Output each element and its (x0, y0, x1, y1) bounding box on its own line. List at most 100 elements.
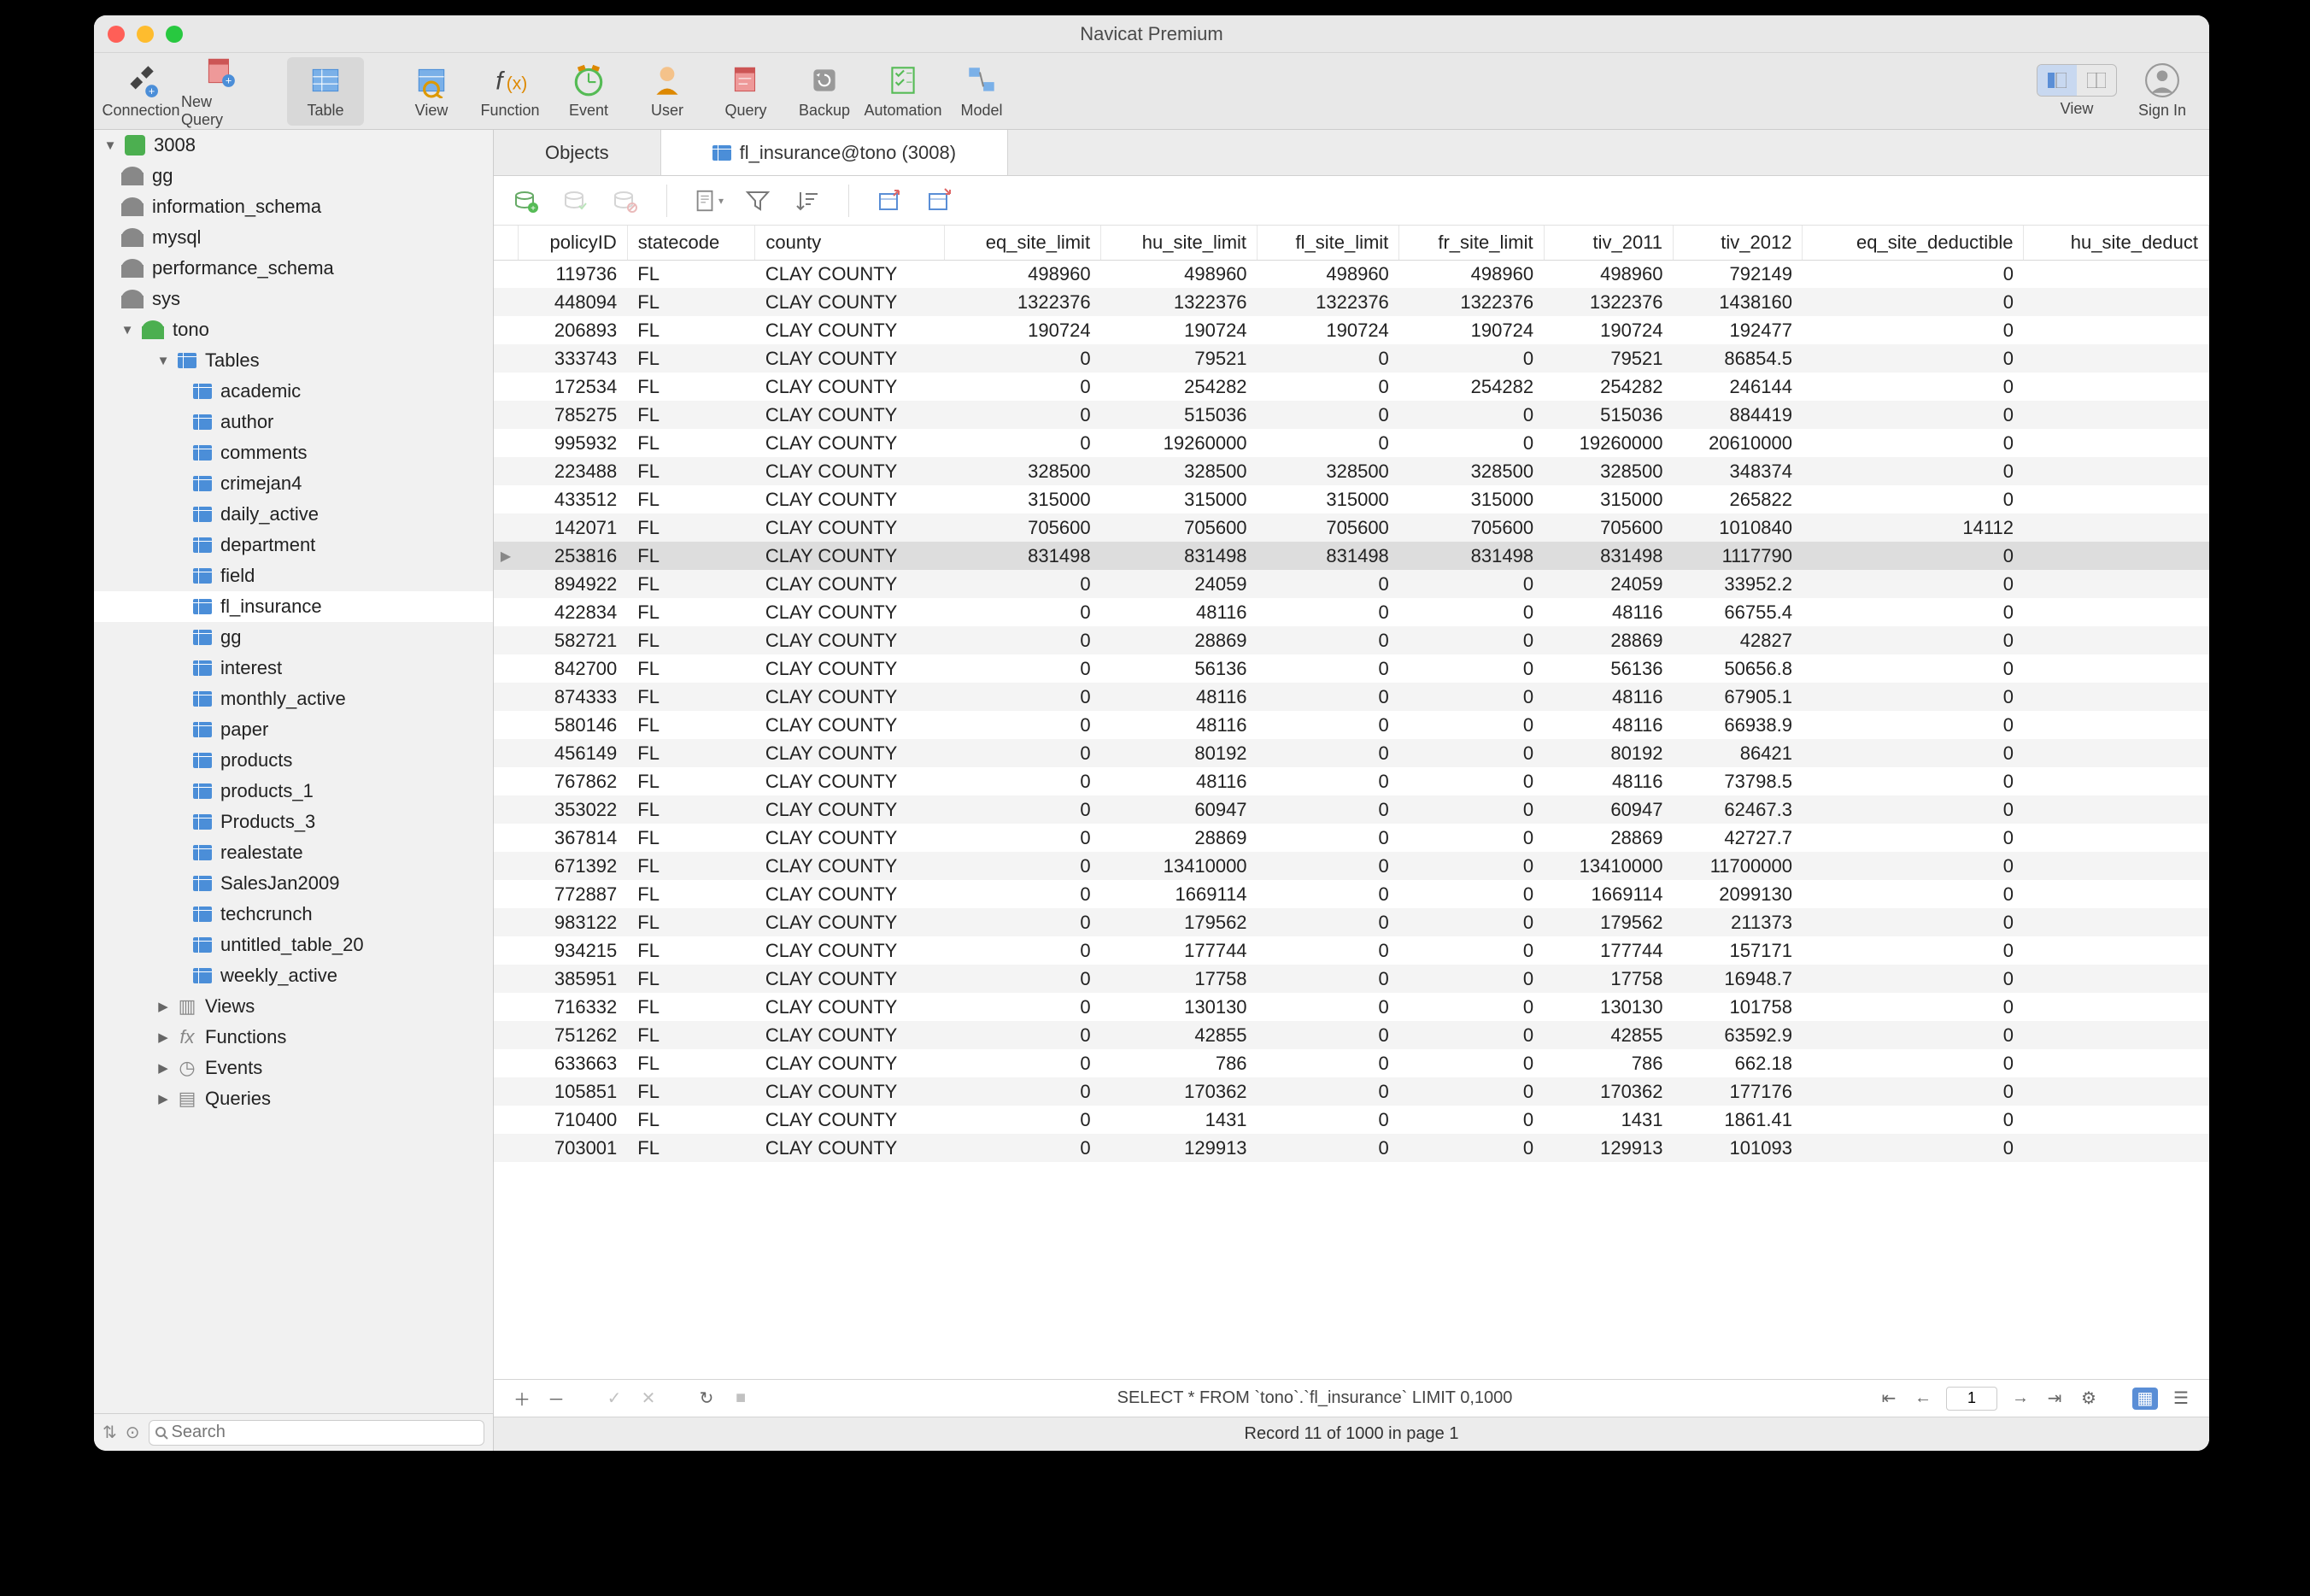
first-page-button[interactable]: ⇤ (1878, 1388, 1900, 1409)
cell[interactable]: CLAY COUNTY (755, 993, 945, 1021)
cell[interactable]: 0 (1258, 1049, 1399, 1077)
cell[interactable]: 1431 (1544, 1106, 1673, 1134)
table-row[interactable]: ▶253816FLCLAY COUNTY83149883149883149883… (494, 542, 2209, 570)
cell[interactable]: 190724 (945, 316, 1101, 344)
cell[interactable]: 0 (1803, 965, 2024, 993)
cell[interactable]: 0 (1803, 852, 2024, 880)
cell[interactable]: 0 (1258, 880, 1399, 908)
cell[interactable]: 0 (945, 852, 1101, 880)
filter-icon[interactable] (742, 185, 773, 216)
cell[interactable]: 0 (1803, 1049, 2024, 1077)
cell[interactable]: 716332 (518, 993, 627, 1021)
cell[interactable]: 0 (1803, 429, 2024, 457)
cell[interactable]: 157171 (1674, 936, 1803, 965)
cell[interactable]: FL (627, 852, 755, 880)
cell[interactable]: 0 (1803, 260, 2024, 288)
cell[interactable]: 0 (1399, 1134, 1544, 1162)
cell[interactable]: 0 (1399, 429, 1544, 457)
cell[interactable]: 0 (1399, 767, 1544, 795)
table-row[interactable]: 223488FLCLAY COUNTY328500328500328500328… (494, 457, 2209, 485)
cell[interactable]: CLAY COUNTY (755, 1021, 945, 1049)
cell[interactable]: 177744 (1101, 936, 1258, 965)
cell[interactable]: 456149 (518, 739, 627, 767)
cell[interactable]: FL (627, 1077, 755, 1106)
table-node[interactable]: daily_active (94, 499, 493, 530)
cell[interactable]: 831498 (1399, 542, 1544, 570)
cell[interactable]: 894922 (518, 570, 627, 598)
maximize-icon[interactable] (166, 26, 183, 43)
cell[interactable]: 348374 (1674, 457, 1803, 485)
cell[interactable]: 0 (1258, 711, 1399, 739)
cell[interactable]: 0 (945, 570, 1101, 598)
table-node[interactable]: untitled_table_20 (94, 930, 493, 960)
cell[interactable]: FL (627, 429, 755, 457)
table-node[interactable]: fl_insurance (94, 591, 493, 622)
cell[interactable]: 0 (1399, 654, 1544, 683)
cell[interactable]: 0 (1258, 795, 1399, 824)
cell[interactable]: 0 (1258, 344, 1399, 373)
event-button[interactable]: Event (550, 57, 627, 126)
database-node[interactable]: performance_schema (94, 253, 493, 284)
view-mode-detail-icon[interactable] (2077, 65, 2116, 96)
cell[interactable]: 170362 (1544, 1077, 1673, 1106)
cell[interactable]: 190724 (1258, 316, 1399, 344)
cell[interactable]: 0 (1258, 965, 1399, 993)
cell[interactable]: 433512 (518, 485, 627, 513)
folder-node[interactable]: ▶▤Queries (94, 1083, 493, 1114)
cell[interactable]: FL (627, 1021, 755, 1049)
cell[interactable]: 328500 (945, 457, 1101, 485)
cell[interactable]: 33952.2 (1674, 570, 1803, 598)
cell[interactable]: 0 (945, 1106, 1101, 1134)
cell[interactable]: 328500 (1258, 457, 1399, 485)
cell[interactable]: 0 (945, 683, 1101, 711)
cell[interactable]: 0 (945, 795, 1101, 824)
cell[interactable]: 17758 (1544, 965, 1673, 993)
cell[interactable]: 0 (1258, 570, 1399, 598)
cell[interactable]: FL (627, 795, 755, 824)
cell[interactable]: 0 (1258, 767, 1399, 795)
cell[interactable]: 1669114 (1544, 880, 1673, 908)
cell[interactable] (2024, 824, 2209, 852)
cell[interactable]: 42727.7 (1674, 824, 1803, 852)
cell[interactable] (2024, 711, 2209, 739)
data-grid[interactable]: policyIDstatecodecountyeq_site_limithu_s… (494, 226, 2209, 1379)
cell[interactable]: FL (627, 767, 755, 795)
cell[interactable]: 328500 (1399, 457, 1544, 485)
table-row[interactable]: 671392FLCLAY COUNTY013410000001341000011… (494, 852, 2209, 880)
cell[interactable]: CLAY COUNTY (755, 880, 945, 908)
cell[interactable]: 0 (1803, 1134, 2024, 1162)
cell[interactable]: 498960 (1258, 260, 1399, 288)
cell[interactable]: 0 (1258, 739, 1399, 767)
cell[interactable]: 0 (1803, 1077, 2024, 1106)
cell[interactable]: FL (627, 570, 755, 598)
cell[interactable]: FL (627, 683, 755, 711)
cell[interactable]: 101758 (1674, 993, 1803, 1021)
cell[interactable]: 0 (1258, 852, 1399, 880)
add-record-button[interactable]: ＋ (511, 1386, 533, 1411)
cell[interactable]: 0 (1258, 1134, 1399, 1162)
cell[interactable]: CLAY COUNTY (755, 457, 945, 485)
table-row[interactable]: 119736FLCLAY COUNTY498960498960498960498… (494, 260, 2209, 288)
cell[interactable] (2024, 485, 2209, 513)
cell[interactable]: 1438160 (1674, 288, 1803, 316)
cell[interactable] (2024, 965, 2209, 993)
tab[interactable]: fl_insurance@tono (3008) (661, 130, 1008, 175)
cell[interactable]: 1669114 (1101, 880, 1258, 908)
cell[interactable]: 28869 (1544, 824, 1673, 852)
cell[interactable]: CLAY COUNTY (755, 542, 945, 570)
cell[interactable]: 0 (1803, 570, 2024, 598)
cell[interactable]: 0 (1258, 1106, 1399, 1134)
cell[interactable]: 0 (1258, 993, 1399, 1021)
export-icon[interactable] (924, 185, 955, 216)
view-button[interactable]: View (393, 57, 470, 126)
cell[interactable]: CLAY COUNTY (755, 1106, 945, 1134)
cell[interactable]: 190724 (1399, 316, 1544, 344)
cell[interactable]: 0 (945, 1077, 1101, 1106)
cell[interactable]: 0 (1258, 824, 1399, 852)
table-row[interactable]: 767862FLCLAY COUNTY048116004811673798.50 (494, 767, 2209, 795)
cell[interactable]: 705600 (1101, 513, 1258, 542)
stop-button[interactable]: ■ (730, 1388, 752, 1408)
cell[interactable]: CLAY COUNTY (755, 373, 945, 401)
table-row[interactable]: 422834FLCLAY COUNTY048116004811666755.40 (494, 598, 2209, 626)
cell[interactable]: 515036 (1544, 401, 1673, 429)
